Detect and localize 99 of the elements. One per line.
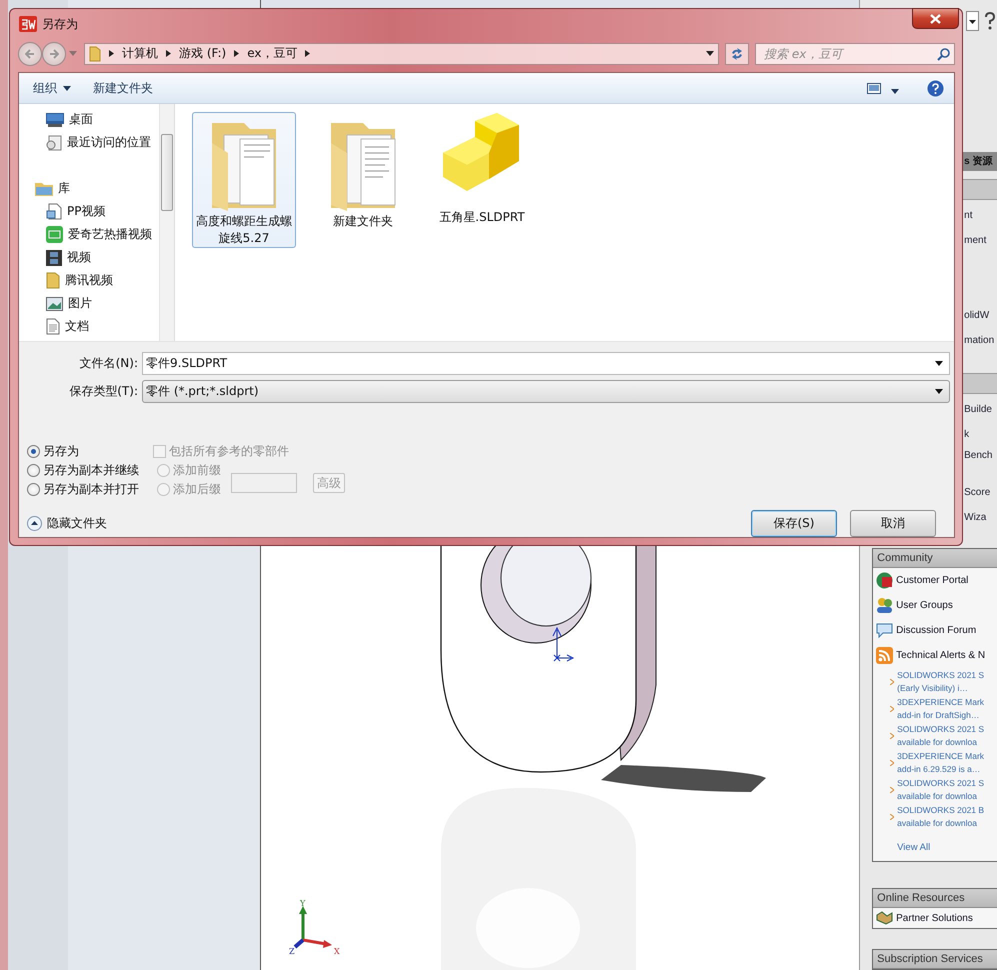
view-icon[interactable]: [867, 82, 881, 94]
task-pane-link[interactable]: k: [964, 425, 970, 444]
chevron-icon: [890, 814, 894, 820]
chevron-icon: [890, 760, 894, 766]
file-type-dropdown[interactable]: 零件 (*.prt;*.sldprt): [142, 380, 950, 402]
chevron-icon: [890, 706, 894, 712]
tv-icon: [46, 226, 63, 243]
community-link[interactable]: Technical Alerts & N: [873, 643, 997, 668]
rss-icon: [876, 647, 894, 664]
document-icon: [46, 318, 60, 335]
window-title: 另存为: [42, 16, 78, 32]
nav-item[interactable]: 视频: [46, 246, 159, 269]
caret-icon: [935, 388, 943, 394]
cancel-button[interactable]: 取消: [850, 510, 936, 537]
task-pane-link[interactable]: nt: [964, 206, 972, 226]
nav-item[interactable]: 最近访问的位置: [46, 131, 159, 154]
close-icon: [930, 14, 941, 24]
back-arrow-icon: [25, 48, 35, 58]
chevron-icon: [166, 50, 171, 57]
help-icon[interactable]: [983, 11, 997, 31]
nav-item[interactable]: 图片: [46, 292, 159, 315]
chevron-icon: [890, 679, 894, 685]
clock-document-icon: [46, 134, 62, 150]
panel-title: Online Resources: [877, 892, 965, 904]
view-all-link[interactable]: View All: [897, 842, 930, 853]
refresh-button[interactable]: [725, 42, 749, 64]
news-link[interactable]: SOLIDWORKS 2021 S available for downloa: [890, 777, 984, 803]
speech-bubble-icon: [876, 622, 894, 639]
news-link[interactable]: 3DEXPERIENCE Mark add-in for DraftSigh…: [890, 696, 984, 722]
community-link[interactable]: Customer Portal: [873, 568, 997, 593]
task-pane-link[interactable]: Score: [964, 483, 990, 502]
save-mode-radio[interactable]: 另存为副本并继续: [27, 462, 139, 479]
library-folder-icon: [35, 181, 53, 196]
organize-menu[interactable]: 组织: [33, 80, 71, 96]
file-name-field[interactable]: 零件9.SLDPRT: [142, 352, 950, 374]
y-axis-label: Y: [300, 900, 306, 908]
chevron-icon: [109, 50, 114, 57]
people-icon: [876, 597, 894, 614]
news-link[interactable]: SOLIDWORKS 2021 S (Early Visibility) i…: [890, 669, 984, 695]
axis-arrows-icon: [293, 906, 332, 948]
scrollbar[interactable]: [159, 104, 175, 341]
save-mode-radio[interactable]: 另存为: [27, 443, 139, 460]
new-folder-button[interactable]: 新建文件夹: [93, 80, 153, 96]
caret-icon: [935, 360, 943, 366]
file-item[interactable]: 新建文件夹: [311, 112, 415, 244]
caret-icon: [706, 51, 714, 56]
address-bar[interactable]: 计算机 游戏 (F:) ex，豆可: [84, 42, 719, 64]
nav-item[interactable]: 腾讯视频: [46, 269, 159, 292]
task-pane-title: s 资源: [964, 154, 992, 168]
nav-item[interactable]: 文档: [46, 315, 159, 338]
z-axis-label: Z: [288, 947, 294, 956]
close-button[interactable]: [912, 8, 959, 29]
task-pane-link[interactable]: Bench: [964, 446, 992, 466]
collapse-icon: [27, 516, 42, 531]
caret-icon: [891, 88, 899, 94]
save-mode-radio[interactable]: 另存为副本并打开: [27, 481, 139, 498]
search-icon[interactable]: [937, 48, 950, 60]
community-link[interactable]: Discussion Forum: [873, 618, 997, 643]
field-label: 文件名(N):: [78, 354, 139, 372]
chevron-icon: [890, 787, 894, 793]
chevron-icon: [305, 50, 310, 57]
file-item[interactable]: 高度和螺距生成螺旋线5.27: [192, 112, 296, 248]
hide-folders-button[interactable]: 隐藏文件夹: [27, 515, 107, 532]
film-icon: [46, 250, 62, 266]
help-icon[interactable]: [927, 80, 944, 96]
app-logo-icon: [19, 16, 37, 32]
task-pane-link[interactable]: ment: [964, 231, 986, 250]
field-label: 保存类型(T):: [68, 382, 139, 400]
news-link[interactable]: SOLIDWORKS 2021 S available for downloa: [890, 723, 984, 749]
news-link[interactable]: SOLIDWORKS 2021 B available for downloa: [890, 804, 984, 830]
nav-item[interactable]: PP视频: [46, 200, 159, 223]
chevron-icon: [890, 733, 894, 739]
news-link[interactable]: 3DEXPERIENCE Mark add-in 6.29.529 is a…: [890, 750, 984, 776]
x-axis-label: X: [334, 947, 340, 956]
nav-item[interactable]: 桌面: [46, 108, 159, 131]
picture-icon: [46, 296, 63, 310]
panel-title: Subscription Services: [877, 953, 983, 965]
task-pane-link[interactable]: olidW: [964, 306, 990, 326]
task-pane-link[interactable]: mation: [964, 331, 994, 350]
nav-item[interactable]: 爱奇艺热播视频: [46, 223, 159, 246]
document-icon: [46, 203, 62, 220]
file-item[interactable]: 五角星.SLDPRT: [430, 112, 534, 244]
breadcrumb-item[interactable]: 游戏 (F:): [179, 45, 226, 62]
chevron-icon: [234, 50, 240, 57]
search-field[interactable]: 搜索 ex，豆可: [755, 42, 955, 64]
refresh-icon: [730, 48, 744, 60]
monitor-icon: [46, 112, 64, 126]
breadcrumb-item[interactable]: ex，豆可: [247, 45, 298, 62]
dropdown-icon[interactable]: [966, 11, 979, 31]
partner-link[interactable]: Partner Solutions: [873, 908, 997, 928]
caret-icon: [63, 86, 71, 90]
forward-arrow-icon: [49, 48, 59, 58]
community-link[interactable]: User Groups: [873, 593, 997, 618]
task-pane-link[interactable]: Wiza: [964, 508, 986, 528]
panel-title: Community: [877, 552, 933, 564]
breadcrumb-item[interactable]: 计算机: [122, 45, 158, 62]
nav-group[interactable]: 库: [35, 177, 159, 200]
save-button[interactable]: 保存(S): [751, 510, 837, 537]
task-pane-link[interactable]: Builde: [964, 400, 992, 420]
